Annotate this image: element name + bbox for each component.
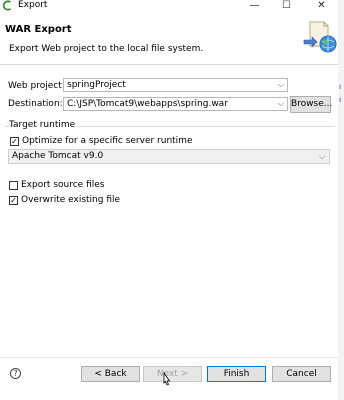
wizard-header — [0, 13, 344, 65]
optimize-runtime-label[interactable]: Optimize for a specific server runtime — [22, 134, 193, 148]
runtime-combo[interactable]: Apache Tomcat v9.0 ⌵ — [8, 149, 330, 164]
background-text-fragment: ı — [339, 95, 342, 104]
web-project-combo[interactable]: springProject ⌵ — [63, 78, 288, 92]
finish-button[interactable]: Finish — [207, 366, 266, 382]
optimize-runtime-checkbox[interactable]: ✓ — [10, 137, 19, 146]
cancel-button[interactable]: Cancel — [272, 366, 331, 382]
mouse-pointer-icon — [163, 372, 171, 386]
war-export-banner-icon — [303, 21, 337, 53]
destination-value: C:\JSP\Tomcat9\webapps\spring.war — [67, 99, 228, 109]
destination-combo[interactable]: C:\JSP\Tomcat9\webapps\spring.war ⌵ — [63, 97, 288, 111]
eclipse-export-icon — [2, 0, 12, 11]
chevron-down-icon[interactable]: ⌵ — [278, 79, 284, 91]
web-project-label: Web project: — [8, 81, 65, 91]
maximize-button[interactable]: ☐ — [270, 0, 303, 12]
back-button[interactable]: < Back — [81, 366, 140, 382]
chevron-down-icon[interactable]: ⌵ — [278, 98, 284, 110]
window-title: Export — [18, 0, 48, 10]
close-button[interactable]: ✕ — [305, 0, 338, 12]
web-project-value: springProject — [67, 80, 126, 90]
button-bar-divider — [0, 357, 344, 358]
export-source-label[interactable]: Export source files — [21, 178, 104, 192]
overwrite-label[interactable]: Overwrite existing file — [21, 193, 120, 207]
browse-button[interactable]: Browse... — [290, 96, 332, 113]
minimize-button[interactable]: — — [238, 0, 271, 12]
wizard-description: Export Web project to the local file sys… — [9, 44, 204, 54]
background-window-edge — [338, 0, 344, 400]
help-icon[interactable]: ? — [10, 368, 21, 379]
wizard-title: WAR Export — [5, 24, 72, 35]
export-source-checkbox[interactable] — [9, 181, 18, 190]
runtime-value: Apache Tomcat v9.0 — [12, 151, 104, 161]
background-text-fragment: ı — [339, 82, 342, 91]
destination-label: Destination: — [8, 99, 63, 109]
overwrite-checkbox[interactable]: ✓ — [9, 196, 18, 205]
target-runtime-group-label: Target runtime — [9, 120, 78, 130]
chevron-down-icon[interactable]: ⌵ — [319, 150, 325, 163]
